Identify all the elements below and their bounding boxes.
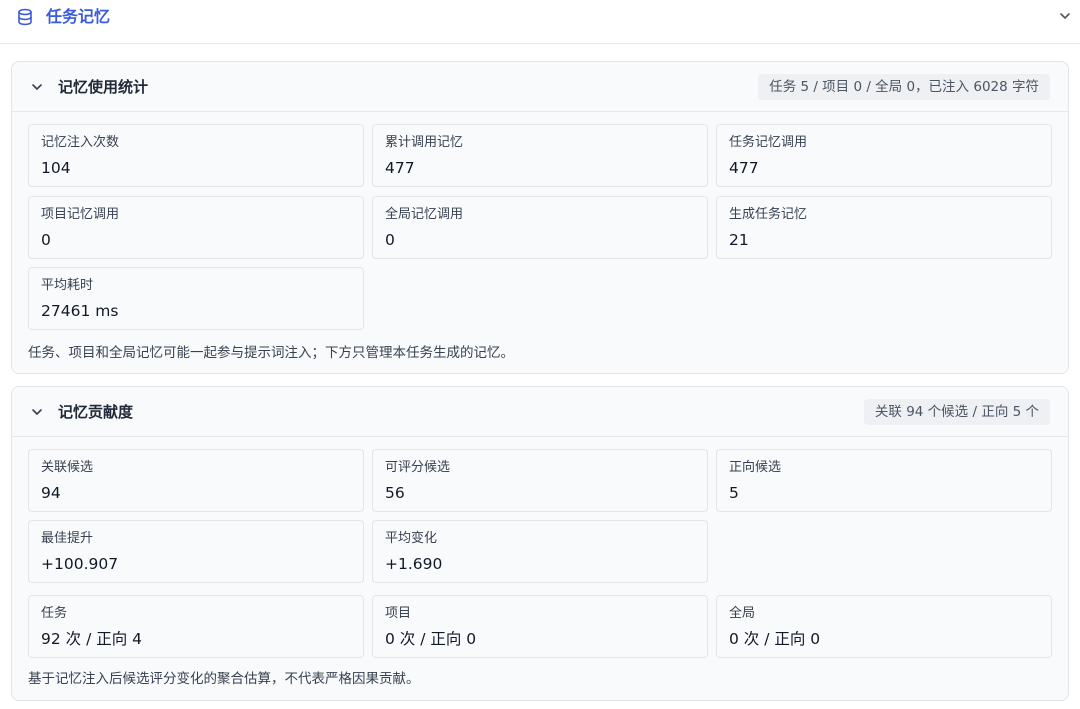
stat-card: 项目 0 次 / 正向 0	[372, 595, 708, 658]
usage-summary-badge: 任务 5 / 项目 0 / 全局 0，已注入 6028 字符	[758, 74, 1050, 100]
stat-label: 任务	[41, 606, 68, 621]
stat-label: 全局记忆调用	[385, 207, 464, 222]
stat-label: 生成任务记忆	[729, 207, 808, 222]
stat-card: 记忆注入次数 104	[28, 124, 364, 187]
stat-card: 关联候选 94	[28, 449, 364, 512]
stat-label: 记忆注入次数	[41, 135, 120, 150]
stat-card: 平均耗时 27461 ms	[28, 267, 364, 330]
stat-card: 任务记忆调用 477	[716, 124, 1052, 187]
chevron-down-icon[interactable]	[31, 406, 43, 418]
section-title: 记忆贡献度	[58, 403, 134, 421]
contribution-header[interactable]: 记忆贡献度 关联 94 个候选 / 正向 5 个	[12, 387, 1068, 437]
stat-label: 全局	[729, 606, 756, 621]
stat-card: 任务 92 次 / 正向 4	[28, 595, 364, 658]
stat-value: 0 次 / 正向 0	[385, 630, 477, 648]
stat-value: 92 次 / 正向 4	[41, 630, 143, 648]
stat-card: 累计调用记忆 477	[372, 124, 708, 187]
stat-label: 累计调用记忆	[385, 135, 464, 150]
stat-label: 任务记忆调用	[729, 135, 808, 150]
stat-card: 平均变化 +1.690	[372, 520, 708, 583]
stat-card: 全局 0 次 / 正向 0	[716, 595, 1052, 658]
stat-value: +100.907	[41, 555, 119, 573]
stat-label: 最佳提升	[41, 531, 94, 546]
usage-stats-header[interactable]: 记忆使用统计 任务 5 / 项目 0 / 全局 0，已注入 6028 字符	[12, 62, 1068, 112]
stat-value: 0 次 / 正向 0	[729, 630, 821, 648]
stat-card: 最佳提升 +100.907	[28, 520, 364, 583]
stat-card: 正向候选 5	[716, 449, 1052, 512]
stat-card: 全局记忆调用 0	[372, 196, 708, 259]
stat-label: 关联候选	[41, 460, 94, 475]
stat-value: 477	[385, 159, 415, 177]
contribution-note: 基于记忆注入后候选评分变化的聚合估算，不代表严格因果贡献。	[28, 671, 420, 687]
stat-label: 平均变化	[385, 531, 438, 546]
stat-label: 项目	[385, 606, 412, 621]
stat-value: 0	[385, 231, 395, 249]
stat-label: 正向候选	[729, 460, 782, 475]
stat-value: 21	[729, 231, 749, 249]
contribution-summary-badge: 关联 94 个候选 / 正向 5 个	[863, 399, 1050, 425]
usage-note: 任务、项目和全局记忆可能一起参与提示词注入；下方只管理本任务生成的记忆。	[28, 345, 514, 361]
section-title: 记忆使用统计	[58, 78, 149, 96]
stat-value: 104	[41, 159, 71, 177]
stat-value: 27461 ms	[41, 302, 119, 320]
page-title: 任务记忆	[46, 7, 111, 26]
stat-value: 0	[41, 231, 51, 249]
database-icon	[18, 8, 32, 26]
stat-value: 477	[729, 159, 759, 177]
usage-stats-panel: 记忆使用统计 任务 5 / 项目 0 / 全局 0，已注入 6028 字符 记忆…	[11, 61, 1069, 374]
stat-card: 可评分候选 56	[372, 449, 708, 512]
stat-value: 56	[385, 484, 405, 502]
memory-header[interactable]: 任务记忆	[0, 0, 1080, 44]
stat-label: 项目记忆调用	[41, 207, 120, 222]
stat-card: 生成任务记忆 21	[716, 196, 1052, 259]
stat-label: 平均耗时	[41, 278, 94, 293]
stat-value: +1.690	[385, 555, 443, 573]
stat-value: 5	[729, 484, 739, 502]
stat-label: 可评分候选	[385, 460, 451, 475]
chevron-down-icon[interactable]	[1058, 9, 1072, 23]
chevron-down-icon[interactable]	[31, 81, 43, 93]
contribution-panel: 记忆贡献度 关联 94 个候选 / 正向 5 个 关联候选 94 可评分候选 5…	[11, 386, 1069, 701]
stat-card: 项目记忆调用 0	[28, 196, 364, 259]
stat-value: 94	[41, 484, 61, 502]
